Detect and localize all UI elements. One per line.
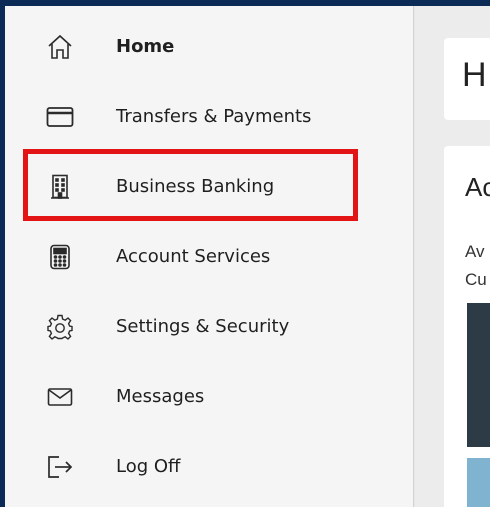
page-title: H: [462, 56, 487, 94]
sidebar-item-settings-security[interactable]: Settings & Security: [5, 292, 414, 362]
calculator-icon: [45, 242, 75, 272]
sidebar-item-log-off[interactable]: Log Off: [5, 432, 414, 502]
sidebar-item-home[interactable]: Home: [5, 12, 414, 82]
app-window: Home Transfers & Payments Business Banki…: [0, 0, 490, 507]
current-label: Cu: [465, 270, 487, 289]
sidebar-item-label: Messages: [116, 386, 205, 407]
sidebar-item-messages[interactable]: Messages: [5, 362, 414, 432]
gear-icon: [45, 312, 75, 342]
balance-bar-dark: [467, 303, 490, 447]
window-left-border: [0, 0, 5, 507]
credit-card-icon: [45, 102, 75, 132]
sidebar-item-label: Business Banking: [116, 176, 275, 197]
sidebar-item-transfers-payments[interactable]: Transfers & Payments: [5, 82, 414, 152]
sidebar-item-label: Log Off: [116, 456, 181, 477]
sidebar-item-business-banking[interactable]: Business Banking: [5, 152, 414, 222]
sidebar-item-label: Home: [116, 36, 175, 57]
sidebar-item-account-services[interactable]: Account Services: [5, 222, 414, 292]
window-top-border: [0, 0, 490, 6]
balance-bar-light: [467, 458, 490, 507]
card-title: Ac: [465, 172, 490, 202]
sidebar-item-label: Account Services: [116, 246, 271, 267]
page-header-card: H: [444, 38, 490, 120]
home-icon: [45, 32, 75, 62]
sidebar-nav: Home Transfers & Payments Business Banki…: [5, 6, 414, 507]
available-label: Av: [465, 242, 485, 261]
envelope-icon: [45, 382, 75, 412]
sidebar-item-label: Settings & Security: [116, 316, 290, 337]
logout-icon: [45, 452, 75, 482]
sidebar-item-label: Transfers & Payments: [116, 106, 312, 127]
building-icon: [45, 172, 75, 202]
